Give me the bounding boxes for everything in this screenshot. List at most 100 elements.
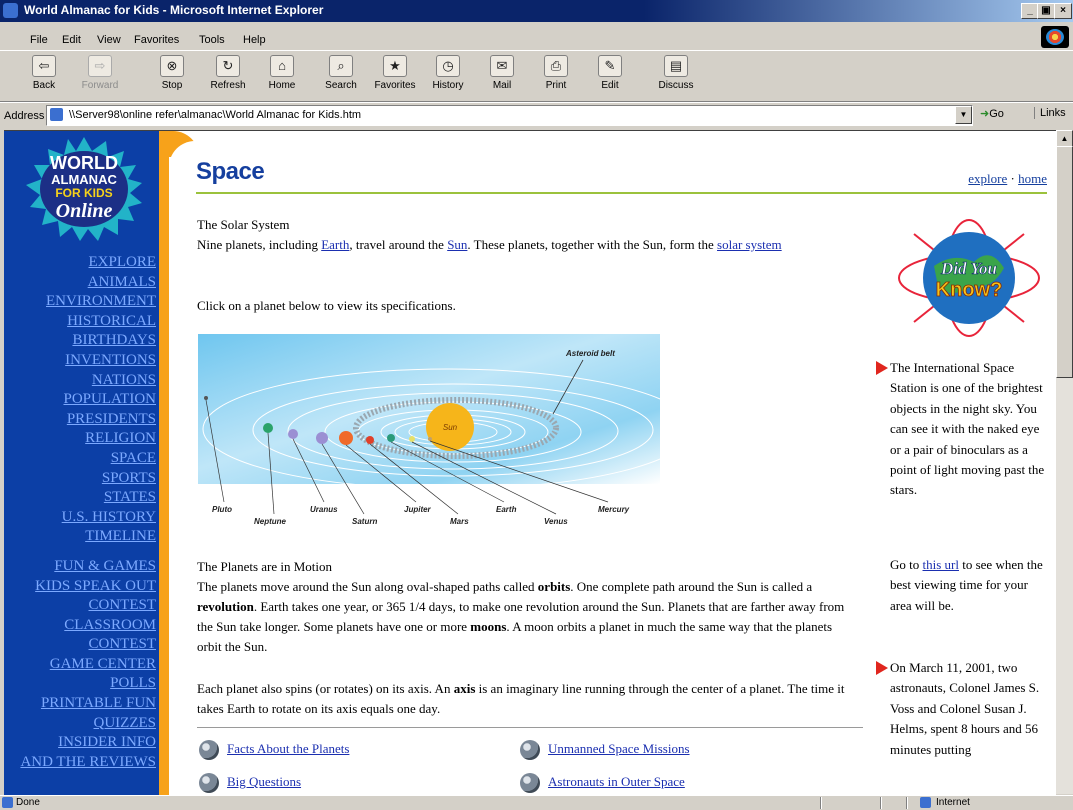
scroll-up-button[interactable]: ▲ [1056, 130, 1073, 147]
security-zone: Internet [936, 797, 970, 808]
stop-button[interactable]: ⊗ Stop [150, 55, 194, 91]
world-almanac-logo: WORLD ALMANAC FOR KIDS Online [26, 137, 142, 241]
uranus-label: Uranus [310, 505, 338, 514]
search-button[interactable]: ⌕ Search [319, 55, 363, 91]
sidebar-item-presidents[interactable]: PRESIDENTS [4, 410, 159, 430]
jupiter-planet[interactable] [339, 431, 353, 445]
window-title-bar[interactable]: World Almanac for Kids - Microsoft Inter… [0, 0, 1073, 22]
jupiter-label: Jupiter [404, 505, 432, 514]
address-label: Address [4, 110, 45, 122]
menu-edit[interactable]: Edit [62, 34, 81, 46]
back-arrow-icon: ⇦ [32, 55, 56, 77]
venus-label: Venus [544, 517, 568, 526]
menu-file[interactable]: File [30, 34, 48, 46]
astronauts-link[interactable]: Astronauts in Outer Space [548, 774, 685, 789]
home-link[interactable]: home [1018, 171, 1047, 186]
neptune-planet[interactable] [263, 423, 273, 433]
solar-system-link[interactable]: solar system [717, 237, 782, 252]
sidebar-item-inventions[interactable]: INVENTIONS [4, 351, 159, 371]
sidebar-item-reviews[interactable]: AND THE REVIEWS [4, 753, 159, 773]
discuss-button[interactable]: ▤ Discuss [654, 55, 698, 91]
go-button[interactable]: ➜Go [980, 107, 1004, 120]
pluto-planet[interactable] [204, 396, 208, 400]
earth-link[interactable]: Earth [321, 237, 349, 252]
solar-system-diagram[interactable]: Sun Asteroid belt Pluto Neptune Uranus S… [198, 334, 660, 530]
big-questions-link[interactable]: Big Questions [227, 774, 301, 789]
sidebar-item-fun-games[interactable]: FUN & GAMES [4, 557, 159, 577]
sidebar-item-historical[interactable]: HISTORICAL [4, 312, 159, 332]
back-button[interactable]: ⇦ Back [22, 55, 66, 91]
forward-button[interactable]: ⇨ Forward [78, 55, 122, 91]
earth-planet[interactable] [387, 434, 395, 442]
earth-label: Earth [496, 505, 517, 514]
links-button[interactable]: Links [1034, 107, 1066, 119]
sidebar-item-classroom[interactable]: CLASSROOM [4, 616, 159, 636]
go-arrow-icon: ➜ [980, 108, 990, 120]
mars-planet[interactable] [366, 436, 374, 444]
sidebar-item-sports[interactable]: SPORTS [4, 469, 159, 489]
menu-view[interactable]: View [97, 34, 121, 46]
sidebar-item-polls[interactable]: POLLS [4, 674, 159, 694]
sidebar-item-religion[interactable]: RELIGION [4, 429, 159, 449]
sidebar-item-classroom-contest[interactable]: CONTEST [4, 635, 159, 655]
favorites-button[interactable]: ★ Favorites [373, 55, 417, 91]
sun-link[interactable]: Sun [447, 237, 467, 252]
refresh-button[interactable]: ↻ Refresh [206, 55, 250, 91]
uranus-planet[interactable] [288, 429, 298, 439]
intro-paragraph: The Solar System Nine planets, including… [197, 215, 857, 255]
scroll-thumb[interactable] [1056, 146, 1073, 378]
intro-heading: The Solar System [197, 217, 290, 232]
globe-icon [520, 773, 540, 794]
sidebar-item-insider-info[interactable]: INSIDER INFO [4, 733, 159, 753]
this-url-link[interactable]: this url [923, 557, 959, 572]
saturn-planet[interactable] [316, 432, 328, 444]
address-dropdown-button[interactable]: ▼ [955, 106, 972, 124]
history-button[interactable]: ◷ History [426, 55, 470, 91]
sidebar-item-game-center[interactable]: GAME CENTER [4, 655, 159, 675]
sidebar-item-printable-fun[interactable]: PRINTABLE FUN [4, 694, 159, 714]
maximize-button[interactable]: ▣ [1037, 3, 1055, 19]
sidebar-item-animals[interactable]: ANIMALS [4, 273, 159, 293]
print-button[interactable]: ⎙ Print [534, 55, 578, 91]
page-status-icon [2, 797, 13, 808]
menu-help[interactable]: Help [243, 34, 266, 46]
sidebar-item-nations[interactable]: NATIONS [4, 371, 159, 391]
venus-planet[interactable] [409, 436, 415, 442]
sidebar-item-birthdays[interactable]: BIRTHDAYS [4, 331, 159, 351]
home-button[interactable]: ⌂ Home [260, 55, 304, 91]
window-title: World Almanac for Kids - Microsoft Inter… [24, 3, 324, 17]
mercury-planet[interactable] [428, 437, 432, 441]
sidebar-item-states[interactable]: STATES [4, 488, 159, 508]
sidebar-item-quizzes[interactable]: QUIZZES [4, 714, 159, 734]
sidebar-item-population[interactable]: POPULATION [4, 390, 159, 410]
top-links: explore · home [968, 171, 1047, 186]
sidebar-item-explore[interactable]: EXPLORE [4, 253, 159, 273]
orange-divider [159, 131, 169, 795]
page-title: Space [196, 158, 265, 185]
facts-planets-link[interactable]: Facts About the Planets [227, 741, 349, 756]
vertical-scrollbar[interactable]: ▲ [1056, 130, 1073, 794]
address-input[interactable]: \\Server98\online refer\almanac\World Al… [46, 105, 973, 126]
unmanned-missions-link[interactable]: Unmanned Space Missions [548, 741, 690, 756]
forward-arrow-icon: ⇨ [88, 55, 112, 77]
sidebar-item-contest[interactable]: CONTEST [4, 596, 159, 616]
edit-button[interactable]: ✎ Edit [588, 55, 632, 91]
sidebar-item-us-history[interactable]: U.S. HISTORY [4, 508, 159, 528]
close-button[interactable]: × [1054, 3, 1072, 19]
logo-line2: ALMANAC [51, 172, 117, 187]
dyk-line1: Did You [940, 259, 997, 278]
sidebar-item-kids-speak-out[interactable]: KIDS SPEAK OUT [4, 577, 159, 597]
mail-button[interactable]: ✉ Mail [480, 55, 524, 91]
mail-icon: ✉ [490, 55, 514, 77]
globe-icon [520, 740, 540, 761]
sidebar-item-environment[interactable]: ENVIRONMENT [4, 292, 159, 312]
motion-heading: The Planets are in Motion [197, 559, 333, 574]
explore-link[interactable]: explore [968, 171, 1007, 186]
sidebar-item-space[interactable]: SPACE [4, 449, 159, 469]
discuss-icon: ▤ [664, 55, 688, 77]
fact-viewing-time: Go to this url to see when the best view… [890, 557, 1043, 613]
status-bar: Done Internet [0, 795, 1073, 810]
sidebar-item-timeline[interactable]: TIMELINE [4, 527, 159, 547]
menu-favorites[interactable]: Favorites [134, 34, 179, 46]
menu-tools[interactable]: Tools [199, 34, 225, 46]
